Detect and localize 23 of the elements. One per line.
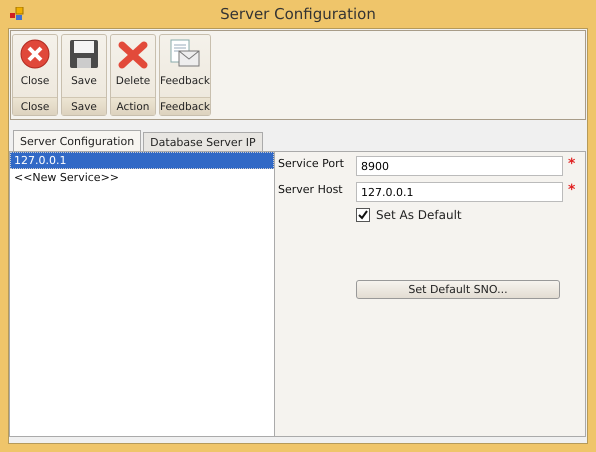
- checkmark-icon: [358, 210, 368, 220]
- close-icon: [20, 39, 50, 69]
- input-field[interactable]: 8900: [356, 156, 563, 176]
- app-icon[interactable]: [10, 7, 24, 21]
- checkbox-label: Set As Default: [376, 208, 462, 222]
- delete-icon: [118, 39, 148, 69]
- window-title: Server Configuration: [219, 5, 377, 23]
- toolbar-button[interactable]: Delete Action: [110, 34, 156, 116]
- tab[interactable]: Database Server IP: [143, 132, 263, 151]
- checkbox[interactable]: [356, 208, 370, 222]
- required-mark: *: [568, 182, 576, 198]
- list-item[interactable]: 127.0.0.1: [10, 152, 274, 169]
- set-default-button[interactable]: Set Default SNO...: [356, 280, 560, 299]
- required-mark: *: [568, 156, 576, 172]
- mail-document-icon: [169, 39, 201, 69]
- toolbar-button[interactable]: Feedback Feedback: [159, 34, 212, 116]
- toolbar-button[interactable]: Save Save: [61, 34, 107, 116]
- tab[interactable]: Server Configuration: [13, 130, 142, 151]
- input-field[interactable]: 127.0.0.1: [356, 182, 563, 202]
- field-label: Server Host: [278, 182, 344, 196]
- list-item[interactable]: <<New Service>>: [10, 169, 274, 186]
- field-label: Service Port: [278, 156, 345, 170]
- toolbar-button[interactable]: Close Close: [12, 34, 58, 116]
